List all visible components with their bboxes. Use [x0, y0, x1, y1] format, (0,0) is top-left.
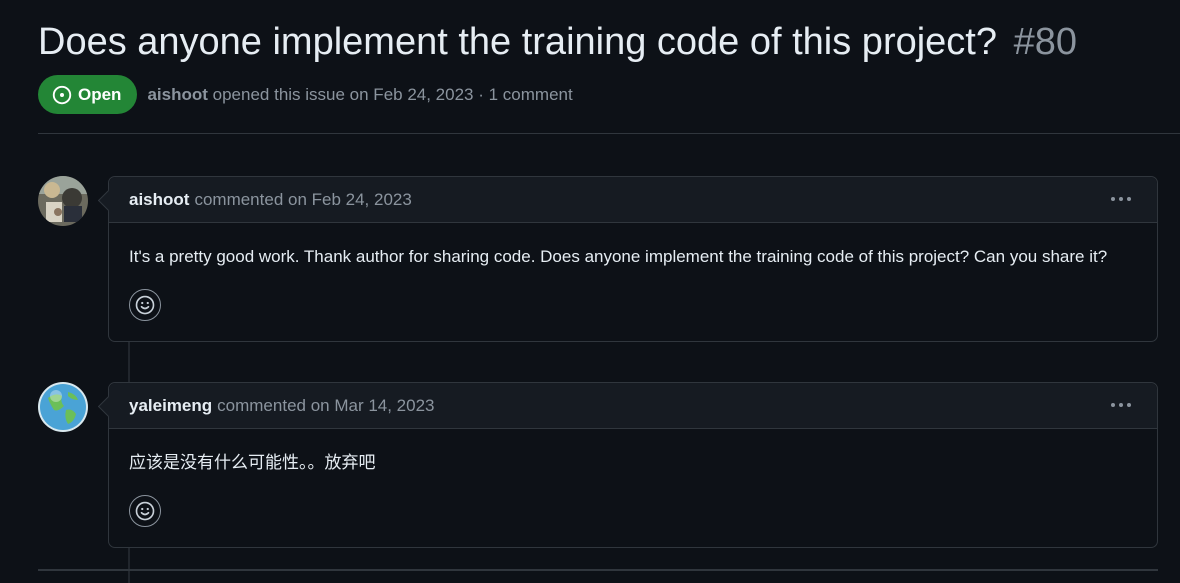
kebab-dot [1111, 197, 1115, 201]
add-reaction-button[interactable] [129, 495, 161, 527]
comment-author-link[interactable]: yaleimeng [129, 396, 212, 416]
avatar-photo-icon [38, 176, 88, 226]
state-badge: Open [38, 75, 138, 114]
comment-header: yaleimeng commented on Mar 14, 2023 [109, 383, 1157, 429]
issue-meta-text: opened this issue on Feb 24, 2023 · 1 co… [212, 84, 573, 104]
comment-author-link[interactable]: aishoot [129, 190, 189, 210]
comment-body: 应该是没有什么可能性。。放弃吧 [129, 453, 376, 472]
kebab-dot [1127, 403, 1131, 407]
comment-meta[interactable]: commented on Feb 24, 2023 [194, 190, 411, 210]
issue-page: Does anyone implement the training code … [0, 0, 1180, 583]
issue-meta-row: Open aishoot opened this issue on Feb 24… [38, 75, 573, 114]
kebab-dot [1127, 197, 1131, 201]
comment: aishoot commented on Feb 24, 2023 It's a… [108, 176, 1158, 342]
comment-menu-button[interactable] [1109, 397, 1133, 413]
timeline-divider [38, 569, 1158, 571]
avatar[interactable] [38, 382, 88, 432]
comment: yaleimeng commented on Mar 14, 2023 应该是没… [108, 382, 1158, 548]
issue-title: Does anyone implement the training code … [38, 21, 997, 63]
comment-menu-button[interactable] [1109, 191, 1133, 207]
globe-avatar-icon [38, 382, 88, 432]
header-divider [38, 133, 1180, 134]
kebab-dot [1119, 197, 1123, 201]
smiley-icon [135, 295, 155, 315]
kebab-dot [1111, 403, 1115, 407]
issue-opened-icon [52, 85, 72, 104]
issue-title-row: Does anyone implement the training code … [38, 18, 1077, 66]
issue-meta: aishoot opened this issue on Feb 24, 202… [147, 85, 572, 105]
kebab-dot [1119, 403, 1123, 407]
add-reaction-button[interactable] [129, 289, 161, 321]
smiley-icon [135, 501, 155, 521]
comment-meta[interactable]: commented on Mar 14, 2023 [217, 396, 434, 416]
avatar[interactable] [38, 176, 88, 226]
state-label: Open [78, 84, 122, 104]
issue-author-link[interactable]: aishoot [147, 85, 207, 104]
comment-body: It's a pretty good work. Thank author fo… [129, 247, 1108, 266]
issue-number: #80 [1013, 21, 1077, 63]
comment-header: aishoot commented on Feb 24, 2023 [109, 177, 1157, 223]
